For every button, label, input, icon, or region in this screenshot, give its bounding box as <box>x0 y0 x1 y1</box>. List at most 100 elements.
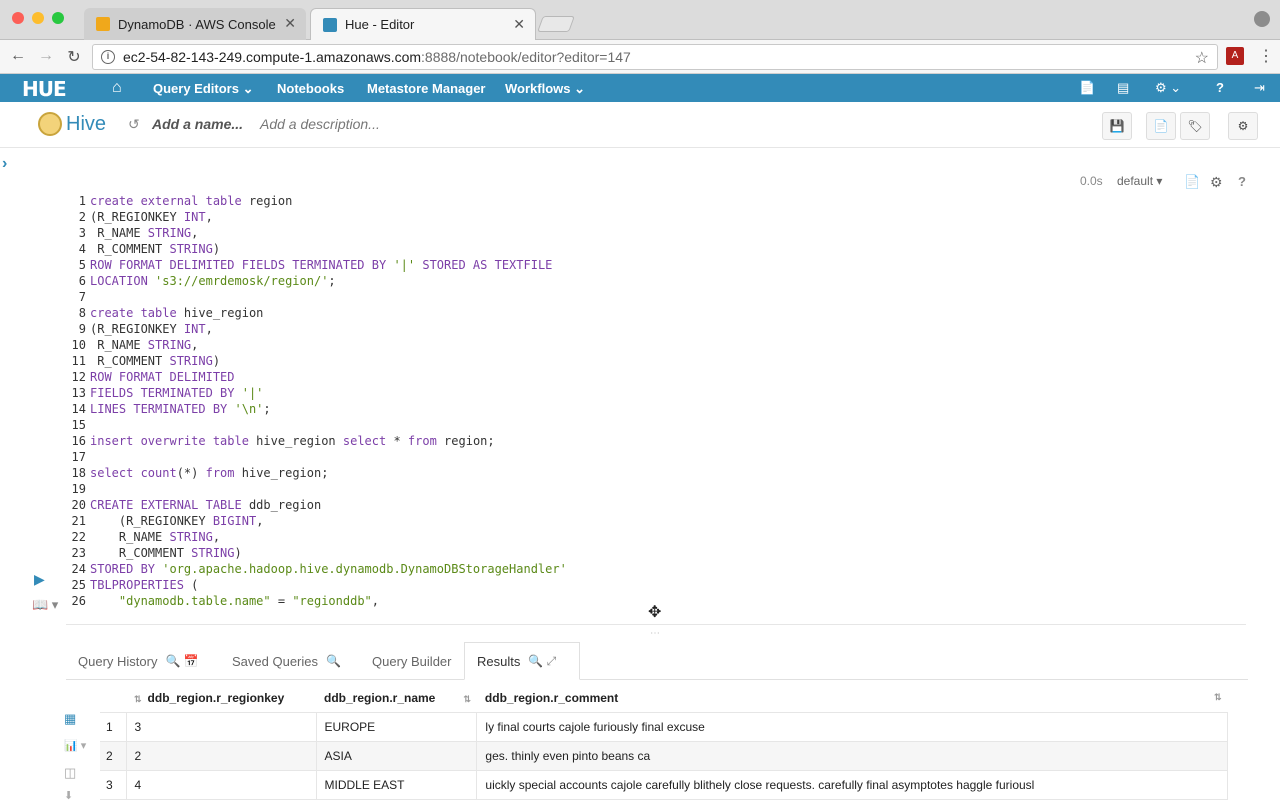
row-number: 1 <box>100 712 127 742</box>
nav-query-editors[interactable]: Query Editors ⌄ <box>153 81 253 97</box>
code-line[interactable]: 12 ROW FORMAT DELIMITED <box>66 369 1246 385</box>
tab-saved-queries[interactable]: Saved Queries 🔍 <box>220 642 353 680</box>
cell-name[interactable]: EUROPE <box>316 712 478 742</box>
code-line[interactable]: 4 R_COMMENT STRING) <box>66 241 1246 257</box>
code-line[interactable]: 23 R_COMMENT STRING) <box>66 545 1246 561</box>
column-header[interactable]: ⇅ ddb_region.r_regionkey <box>126 684 316 713</box>
minimize-window-button[interactable] <box>32 12 44 24</box>
search-icon[interactable]: 🔍 <box>326 654 341 668</box>
back-icon[interactable]: ← <box>8 47 28 65</box>
cell-name[interactable]: ASIA <box>316 741 478 771</box>
query-name-field[interactable]: Add a name... <box>152 116 243 132</box>
snippet-help-icon[interactable]: ? <box>1238 174 1246 189</box>
maximize-window-button[interactable] <box>52 12 64 24</box>
grid-view-icon[interactable]: ▦ <box>64 711 76 727</box>
snippet-docs-icon[interactable]: 📖 ▾ <box>32 597 58 613</box>
code-line[interactable]: 9 (R_REGIONKEY INT, <box>66 321 1246 337</box>
code-line[interactable]: 24 STORED BY 'org.apache.hadoop.hive.dyna… <box>66 561 1246 577</box>
code-line[interactable]: 21 (R_REGIONKEY BIGINT, <box>66 513 1246 529</box>
hue-logo[interactable]: HUE <box>22 77 67 101</box>
code-line[interactable]: 5 ROW FORMAT DELIMITED FIELDS TERMINATED … <box>66 257 1246 273</box>
sort-icon[interactable]: ⇅ <box>1214 692 1222 703</box>
close-window-button[interactable] <box>12 12 24 24</box>
query-description-field[interactable]: Add a description... <box>260 116 380 132</box>
code-line[interactable]: 7 <box>66 289 1246 305</box>
browser-menu-icon[interactable]: ⋮ <box>1258 46 1274 66</box>
profile-icon[interactable] <box>1254 11 1270 27</box>
column-toggle-icon[interactable]: ◫ <box>64 765 76 781</box>
save-button[interactable]: 💾 <box>1102 112 1132 140</box>
table-row[interactable]: 2 2 ASIA ges. thinly even pinto beans ca <box>100 741 1228 771</box>
info-icon[interactable]: i <box>101 50 115 64</box>
code-line[interactable]: 11 R_COMMENT STRING) <box>66 353 1246 369</box>
reload-icon[interactable]: ↻ <box>64 47 84 67</box>
url-input[interactable]: i ec2-54-82-143-249.compute-1.amazonaws.… <box>92 44 1218 70</box>
acrobat-extension-icon[interactable]: A <box>1226 47 1244 65</box>
code-line[interactable]: 2 (R_REGIONKEY INT, <box>66 209 1246 225</box>
logout-icon[interactable]: ⇥ <box>1254 80 1265 96</box>
database-selector[interactable]: default ▾ <box>1117 174 1162 188</box>
resize-handle-icon[interactable]: ⋯ <box>650 628 661 639</box>
code-line[interactable]: 6 LOCATION 's3://emrdemosk/region/'; <box>66 273 1246 289</box>
sql-code-editor[interactable]: 1 create external table region 2 (R_REGIONK… <box>66 193 1246 613</box>
documents-icon[interactable]: 📄 <box>1079 80 1095 96</box>
cell-regionkey[interactable]: 3 <box>126 712 317 742</box>
close-tab-icon[interactable]: ✕ <box>513 16 525 33</box>
close-tab-icon[interactable]: ✕ <box>284 15 296 32</box>
code-line[interactable]: 13 FIELDS TERMINATED BY '|' <box>66 385 1246 401</box>
admin-gear-icon[interactable]: ⚙ ⌄ <box>1155 80 1181 96</box>
search-expand-icons[interactable]: 🔍 ⤢ <box>528 654 556 669</box>
history-icon[interactable]: ↺ <box>128 116 140 133</box>
tags-button[interactable]: 🏷 <box>1180 112 1210 140</box>
sort-icon[interactable]: ⇅ <box>134 694 142 704</box>
cell-regionkey[interactable]: 4 <box>126 770 317 800</box>
tables-icon[interactable]: ▤ <box>1117 80 1129 96</box>
line-number: 21 <box>71 514 86 528</box>
column-header[interactable]: ddb_region.r_name ⇅ <box>316 684 477 713</box>
settings-button[interactable]: ⚙ <box>1228 112 1258 140</box>
snippet-settings-icon[interactable]: ⚙ <box>1210 174 1223 191</box>
nav-notebooks[interactable]: Notebooks <box>277 81 344 96</box>
tab-query-builder[interactable]: Query Builder <box>360 642 463 680</box>
code-line[interactable]: 3 R_NAME STRING, <box>66 225 1246 241</box>
new-query-button[interactable]: 📄 <box>1146 112 1176 140</box>
bookmark-star-icon[interactable]: ☆ <box>1195 48 1209 68</box>
column-header[interactable]: ddb_region.r_comment ⇅ <box>476 684 1228 713</box>
chart-view-icon[interactable]: 📊 ▾ <box>64 739 86 752</box>
download-icon[interactable]: ⬇ <box>64 789 73 802</box>
code-line[interactable]: 14 LINES TERMINATED BY '\n'; <box>66 401 1246 417</box>
run-query-icon[interactable]: ▶ <box>34 571 45 588</box>
tab-results[interactable]: Results 🔍 ⤢ <box>464 642 580 680</box>
home-icon[interactable]: ⌂ <box>112 79 122 97</box>
nav-metastore-manager[interactable]: Metastore Manager <box>367 81 485 96</box>
code-line[interactable]: 17 <box>66 449 1246 465</box>
new-tab-button[interactable] <box>537 16 575 32</box>
snippet-format-icon[interactable]: 📄 <box>1184 174 1200 190</box>
help-icon[interactable]: ? <box>1216 80 1224 95</box>
code-line[interactable]: 1 create external table region <box>66 193 1246 209</box>
code-line[interactable]: 18 select count(*) from hive_region; <box>66 465 1246 481</box>
code-line[interactable]: 15 <box>66 417 1246 433</box>
browser-tab-hue[interactable]: Hue - Editor ✕ <box>310 8 536 40</box>
sidebar-toggle-icon[interactable]: › <box>2 155 7 173</box>
cell-comment[interactable]: ly final courts cajole furiously final e… <box>476 712 1228 742</box>
search-calendar-icons[interactable]: 🔍 📅 <box>165 654 198 668</box>
cell-comment[interactable]: ges. thinly even pinto beans ca <box>476 741 1228 771</box>
code-line[interactable]: 20 CREATE EXTERNAL TABLE ddb_region <box>66 497 1246 513</box>
nav-workflows[interactable]: Workflows ⌄ <box>505 81 585 97</box>
code-line[interactable]: 22 R_NAME STRING, <box>66 529 1246 545</box>
table-row[interactable]: 1 3 EUROPE ly final courts cajole furiou… <box>100 712 1228 742</box>
forward-icon[interactable]: → <box>36 47 56 65</box>
cell-name[interactable]: MIDDLE EAST <box>316 770 478 800</box>
code-line[interactable]: 16 insert overwrite table hive_region sel… <box>66 433 1246 449</box>
tab-query-history[interactable]: Query History 🔍 📅 <box>66 642 211 680</box>
cell-regionkey[interactable]: 2 <box>126 741 317 771</box>
code-line[interactable]: 19 <box>66 481 1246 497</box>
code-line[interactable]: 25 TBLPROPERTIES ( <box>66 577 1246 593</box>
browser-tab-dynamodb[interactable]: DynamoDB · AWS Console ✕ <box>84 8 306 40</box>
code-line[interactable]: 8 create table hive_region <box>66 305 1246 321</box>
sort-icon[interactable]: ⇅ <box>463 694 471 704</box>
cell-comment[interactable]: uickly special accounts cajole carefully… <box>476 770 1228 800</box>
table-row[interactable]: 3 4 MIDDLE EAST uickly special accounts … <box>100 770 1228 800</box>
code-line[interactable]: 10 R_NAME STRING, <box>66 337 1246 353</box>
